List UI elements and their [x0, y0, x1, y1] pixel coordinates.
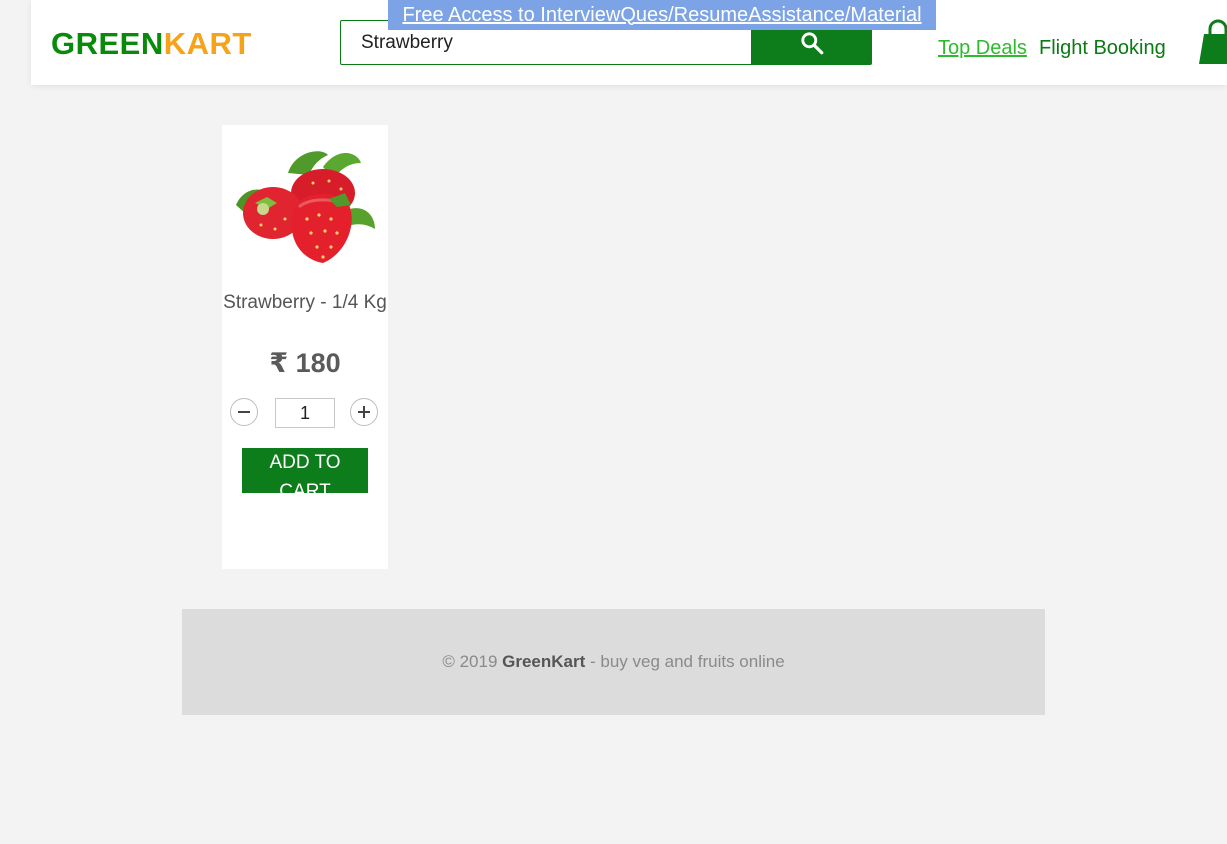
currency-symbol: ₹	[269, 348, 289, 378]
minus-icon	[238, 411, 250, 413]
add-to-cart-button[interactable]: ADD TO CART	[242, 448, 368, 493]
cart-bag-icon[interactable]	[1197, 18, 1227, 66]
product-price: ₹ 180	[222, 348, 388, 379]
site-footer: © 2019 GreenKart - buy veg and fruits on…	[182, 609, 1045, 715]
quantity-input[interactable]	[275, 398, 335, 428]
product-card: Strawberry - 1/4 Kg ₹ 180 ADD TO CART	[222, 125, 388, 569]
promo-banner-link[interactable]: Free Access to InterviewQues/ResumeAssis…	[388, 0, 936, 30]
greenkart-logo[interactable]: GREENKART	[51, 26, 252, 62]
product-name: Strawberry - 1/4 Kg	[223, 292, 387, 313]
flight-booking-link[interactable]: Flight Booking	[1039, 37, 1166, 60]
footer-brand: GreenKart	[502, 652, 586, 671]
search-icon	[800, 31, 823, 54]
top-deals-link[interactable]: Top Deals	[938, 37, 1027, 60]
product-image-strawberry	[233, 143, 378, 273]
plus-icon	[358, 406, 370, 418]
decrement-button[interactable]	[230, 398, 258, 426]
increment-button[interactable]	[350, 398, 378, 426]
price-value: 180	[295, 348, 341, 378]
footer-prefix: © 2019	[442, 652, 503, 671]
footer-tagline: - buy veg and fruits online	[585, 652, 785, 671]
footer-copyright: © 2019 GreenKart - buy veg and fruits on…	[442, 652, 784, 672]
logo-green-text: GREEN	[51, 26, 164, 61]
logo-orange-text: KART	[163, 26, 252, 61]
